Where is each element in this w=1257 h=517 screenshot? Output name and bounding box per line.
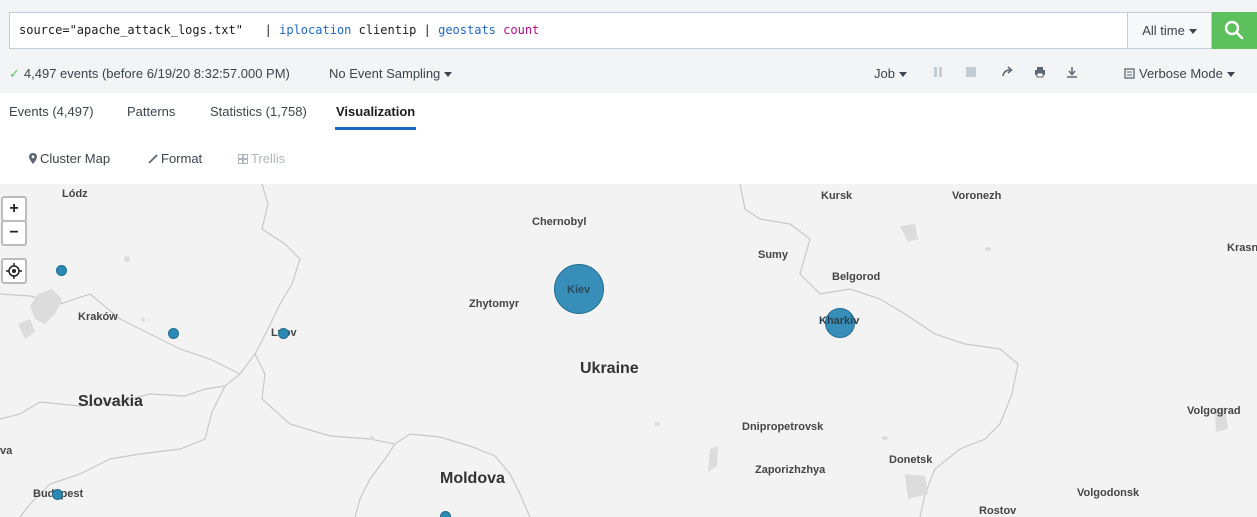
map-label-city: Rostov	[979, 505, 1017, 517]
search-mode-label: Verbose Mode	[1139, 66, 1223, 81]
cluster-map-button[interactable]: Cluster Map	[29, 151, 110, 166]
query-source: source="apache_attack_logs.txt"	[19, 23, 243, 37]
map-label-country: Moldova	[440, 470, 505, 487]
minus-icon: −	[9, 224, 19, 241]
tab-events[interactable]: Events (4,497)	[9, 104, 94, 119]
cluster-marker[interactable]	[278, 328, 289, 339]
map-label-city: Kursk	[821, 190, 853, 202]
map-label-city: Lódz	[62, 188, 88, 200]
format-button[interactable]: Format	[148, 151, 202, 166]
checkmark-icon: ✓	[9, 66, 20, 81]
job-status-bar: ✓ 4,497 events (before 6/19/20 8:32:57.00…	[0, 62, 1257, 93]
trellis-button[interactable]: Trellis	[238, 151, 285, 166]
zoom-out-button[interactable]: −	[1, 220, 27, 246]
event-count-text: 4,497 events (before 6/19/20 8:32:57.000…	[23, 66, 290, 81]
search-bar: source="apache_attack_logs.txt" | iploca…	[0, 0, 1257, 62]
event-sampling-label: No Event Sampling	[329, 66, 441, 81]
map-pin-icon	[29, 153, 37, 164]
map-label-city: va	[0, 445, 13, 457]
search-query-input[interactable]: source="apache_attack_logs.txt" | iploca…	[9, 12, 1127, 49]
plus-icon: +	[9, 200, 19, 217]
event-count-status: ✓ 4,497 events (before 6/19/20 8:32:57.00…	[9, 66, 290, 82]
map-label-city: Dnipropetrovsk	[742, 421, 824, 433]
map-label-city: Belgorod	[832, 271, 881, 283]
map-label-city: Volgograd	[1187, 405, 1241, 417]
map-label-city: Zhytomyr	[469, 298, 520, 310]
map-label-country: Ukraine	[580, 360, 639, 377]
cluster-marker[interactable]	[440, 511, 451, 517]
reset-view-button[interactable]	[1, 258, 27, 284]
map-label-city: Zaporizhzhya	[755, 464, 826, 476]
chevron-down-icon	[1226, 72, 1235, 78]
cluster-marker[interactable]	[56, 265, 67, 276]
query-arg-count: count	[503, 23, 540, 37]
stop-icon[interactable]	[963, 66, 979, 82]
trellis-label: Trellis	[251, 151, 286, 166]
map-label-city: Kraków	[78, 311, 118, 323]
print-icon[interactable]	[1032, 66, 1048, 82]
chevron-down-icon	[1188, 29, 1197, 35]
map-label-city: Sumy	[758, 249, 788, 261]
query-pipe: |	[264, 23, 272, 37]
active-tab-indicator	[335, 127, 416, 130]
tab-statistics[interactable]: Statistics (1,758)	[210, 104, 307, 119]
mode-icon	[1124, 68, 1135, 79]
search-button[interactable]	[1212, 12, 1257, 49]
crosshair-icon	[6, 263, 22, 279]
pencil-icon	[148, 154, 158, 164]
results-tabs: Events (4,497) Patterns Statistics (1,75…	[0, 93, 1257, 133]
trellis-icon	[238, 154, 248, 164]
zoom-in-button[interactable]: +	[1, 196, 27, 222]
pause-icon[interactable]	[930, 66, 946, 82]
query-arg-clientip: clientip	[358, 23, 417, 37]
time-range-label: All time	[1142, 23, 1185, 38]
job-label: Job	[874, 66, 895, 81]
job-menu[interactable]: Job	[874, 66, 907, 81]
map-label-city: Donetsk	[889, 454, 933, 466]
query-command-geostats: geostats	[438, 23, 496, 37]
map-label-city: Chernobyl	[532, 216, 587, 228]
time-range-picker[interactable]: All time	[1127, 12, 1212, 49]
format-label: Format	[161, 151, 203, 166]
cluster-map-label: Cluster Map	[40, 151, 111, 166]
cluster-marker[interactable]	[168, 328, 179, 339]
search-icon	[1224, 20, 1244, 40]
search-mode-dropdown[interactable]: Verbose Mode	[1124, 66, 1235, 81]
chevron-down-icon	[444, 72, 453, 78]
query-command-iplocation: iplocation	[279, 23, 352, 37]
map-label-country: Slovakia	[78, 393, 143, 410]
event-sampling-dropdown[interactable]: No Event Sampling	[329, 66, 453, 81]
map-label-city: Krasn	[1227, 242, 1257, 254]
cluster-marker[interactable]	[52, 489, 63, 500]
query-pipe: |	[423, 23, 431, 37]
map-label-city: Kiev	[567, 284, 591, 296]
cluster-map[interactable]: Lódz Kraków Lvov Chernobyl Zhytomyr Kurs…	[0, 184, 1257, 517]
chevron-down-icon	[898, 72, 907, 78]
share-icon[interactable]	[999, 66, 1015, 82]
tab-patterns[interactable]: Patterns	[127, 104, 175, 119]
export-icon[interactable]	[1064, 66, 1080, 82]
tab-visualization[interactable]: Visualization	[336, 104, 415, 119]
map-label-city: Kharkiv	[819, 315, 860, 327]
map-label-city: Volgodonsk	[1077, 487, 1140, 499]
map-label-city: Voronezh	[952, 190, 1002, 202]
map-basemap	[0, 184, 1228, 517]
visualization-toolbar: Cluster Map Format Trellis	[0, 132, 1257, 184]
